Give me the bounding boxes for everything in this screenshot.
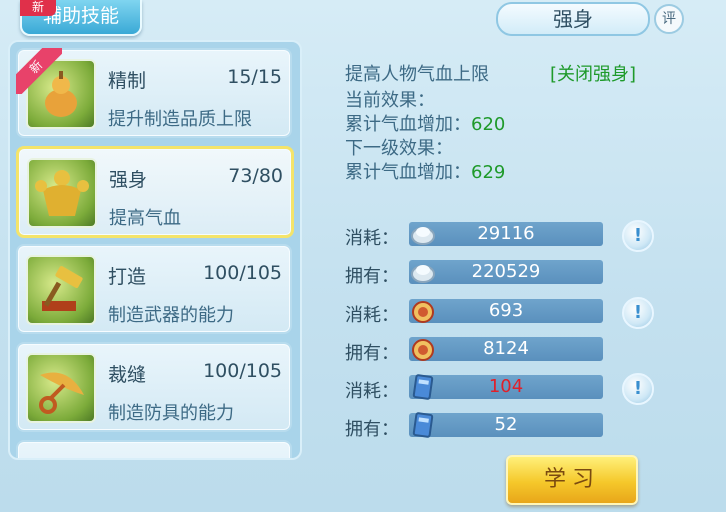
skill-name: 强身 (109, 169, 148, 191)
skill-desc: 制造防具的能力 (108, 403, 234, 424)
skill-card-forge[interactable]: 打造 100/105 制造武器的能力 (16, 244, 292, 334)
skill-card-next[interactable] (16, 440, 292, 458)
skill-desc: 制造武器的能力 (108, 305, 234, 326)
muscle-man-icon (27, 158, 97, 228)
skill-level: 15/15 (227, 66, 282, 88)
skill-name: 精制 (108, 70, 147, 92)
skill-name: 打造 (108, 266, 147, 288)
skill-level: 73/80 (228, 165, 283, 187)
res-label: 消耗： (345, 381, 399, 402)
hint-button[interactable]: ! (622, 373, 654, 405)
next-effect-value: 629 (471, 162, 506, 183)
res-value: 8124 (409, 337, 603, 361)
skill-desc: 提升制造品质上限 (108, 109, 252, 130)
skill-card-strengthen[interactable]: 强身 73/80 提高气血 (16, 146, 294, 238)
skill-book-icon (409, 411, 437, 439)
contribution-medal-icon (409, 335, 437, 363)
res-value: 29116 (409, 222, 603, 246)
next-effect: 累计气血增加：629 (345, 158, 505, 184)
hint-button[interactable]: ! (622, 220, 654, 252)
skill-card-refine[interactable]: 新 精制 15/15 提升制造品质上限 (16, 48, 292, 138)
current-effect: 累计气血增加：620 (345, 110, 505, 136)
silver-coin-icon (409, 220, 437, 248)
skill-level: 100/105 (203, 360, 282, 382)
next-effect-text: 累计气血增加： (345, 162, 471, 183)
skill-desc: 提高气血 (109, 208, 181, 229)
current-effect-label: 当前效果： (345, 90, 435, 111)
learn-button[interactable]: 学习 (506, 455, 638, 505)
res-label: 消耗： (345, 228, 399, 249)
res-value: 693 (409, 299, 603, 323)
res-label: 拥有： (345, 266, 399, 287)
skill-book-icon (409, 373, 437, 401)
scissors-icon (26, 353, 96, 423)
detail-headline: 提高人物气血上限 (345, 64, 489, 85)
silver-coin-icon (409, 258, 437, 286)
next-effect-label: 下一级效果： (345, 138, 453, 159)
skill-card-tailor[interactable]: 裁缝 100/105 制造防具的能力 (16, 342, 292, 432)
contribution-medal-icon (409, 297, 437, 325)
skill-title: 强身 (496, 2, 650, 36)
res-value: 220529 (409, 260, 603, 284)
hammer-anvil-icon (26, 255, 96, 325)
res-label: 拥有： (345, 343, 399, 364)
res-label: 消耗： (345, 305, 399, 326)
skill-level: 100/105 (203, 262, 282, 284)
new-ribbon: 新 (16, 48, 62, 94)
res-label: 拥有： (345, 419, 399, 440)
new-badge: 新 (20, 0, 56, 16)
current-effect-value: 620 (471, 114, 506, 135)
skill-list-panel[interactable]: 新 精制 15/15 提升制造品质上限 强身 73/80 提高气血 打造 100… (8, 40, 302, 460)
res-value: 52 (409, 413, 603, 437)
current-effect-text: 累计气血增加： (345, 114, 471, 135)
rate-button[interactable]: 评 (654, 4, 684, 34)
hint-button[interactable]: ! (622, 297, 654, 329)
res-value: 104 (409, 375, 603, 399)
close-strengthen-link[interactable]: [关闭强身] (550, 60, 636, 86)
skill-name: 裁缝 (108, 364, 147, 386)
